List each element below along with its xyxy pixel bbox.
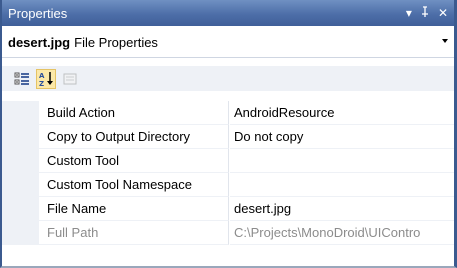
object-name: desert.jpg	[8, 34, 71, 50]
property-value[interactable]: AndroidResource	[230, 101, 454, 125]
property-row[interactable]: Custom Tool	[2, 149, 454, 173]
properties-toolbar: A Z	[2, 66, 454, 91]
svg-text:A: A	[39, 72, 45, 80]
property-name: Build Action	[39, 101, 229, 125]
close-icon[interactable]: ✕	[438, 7, 448, 19]
row-gutter	[2, 125, 39, 149]
property-name: Copy to Output Directory	[39, 125, 229, 149]
object-type: File Properties	[74, 34, 158, 50]
property-row-readonly[interactable]: Full Path C:\Projects\MonoDroid\UIContro	[2, 221, 454, 245]
categorized-icon	[14, 72, 29, 85]
row-gutter	[2, 221, 39, 245]
row-gutter	[2, 173, 39, 197]
property-value[interactable]	[230, 173, 454, 197]
property-value[interactable]: desert.jpg	[230, 197, 454, 221]
row-gutter	[2, 101, 39, 125]
pin-glyph-icon	[421, 6, 428, 17]
alphabetical-button[interactable]: A Z	[36, 68, 56, 89]
property-name: Custom Tool Namespace	[39, 173, 229, 197]
property-value[interactable]	[230, 149, 454, 173]
properties-window: Properties ▾ ✕ desert.jpg File Propertie…	[0, 0, 457, 268]
sort-alphabetical-icon: A Z	[39, 71, 53, 87]
categorized-button[interactable]	[12, 69, 32, 89]
property-row[interactable]: File Name desert.jpg	[2, 197, 454, 221]
row-gutter	[2, 149, 39, 173]
object-selector[interactable]: desert.jpg File Properties	[2, 27, 454, 58]
window-controls: ▾ ✕	[406, 0, 448, 26]
property-pages-icon	[63, 73, 77, 84]
property-name: Custom Tool	[39, 149, 229, 173]
property-row[interactable]: Copy to Output Directory Do not copy	[2, 125, 454, 149]
property-value[interactable]: C:\Projects\MonoDroid\UIContro	[230, 221, 454, 245]
property-value[interactable]: Do not copy	[230, 125, 454, 149]
property-pages-button[interactable]	[60, 69, 80, 89]
pin-icon[interactable]	[420, 6, 430, 20]
chevron-down-icon[interactable]	[442, 39, 448, 43]
property-row[interactable]: Custom Tool Namespace	[2, 173, 454, 197]
svg-text:Z: Z	[39, 80, 44, 87]
property-name: File Name	[39, 197, 229, 221]
window-title: Properties	[8, 5, 68, 21]
row-gutter	[2, 197, 39, 221]
property-name: Full Path	[39, 221, 229, 245]
window-titlebar[interactable]: Properties ▾ ✕	[2, 0, 454, 26]
property-row[interactable]: Build Action AndroidResource	[2, 101, 454, 125]
window-menu-dropdown-icon[interactable]: ▾	[406, 7, 412, 19]
property-grid: Build Action AndroidResource Copy to Out…	[2, 101, 454, 245]
